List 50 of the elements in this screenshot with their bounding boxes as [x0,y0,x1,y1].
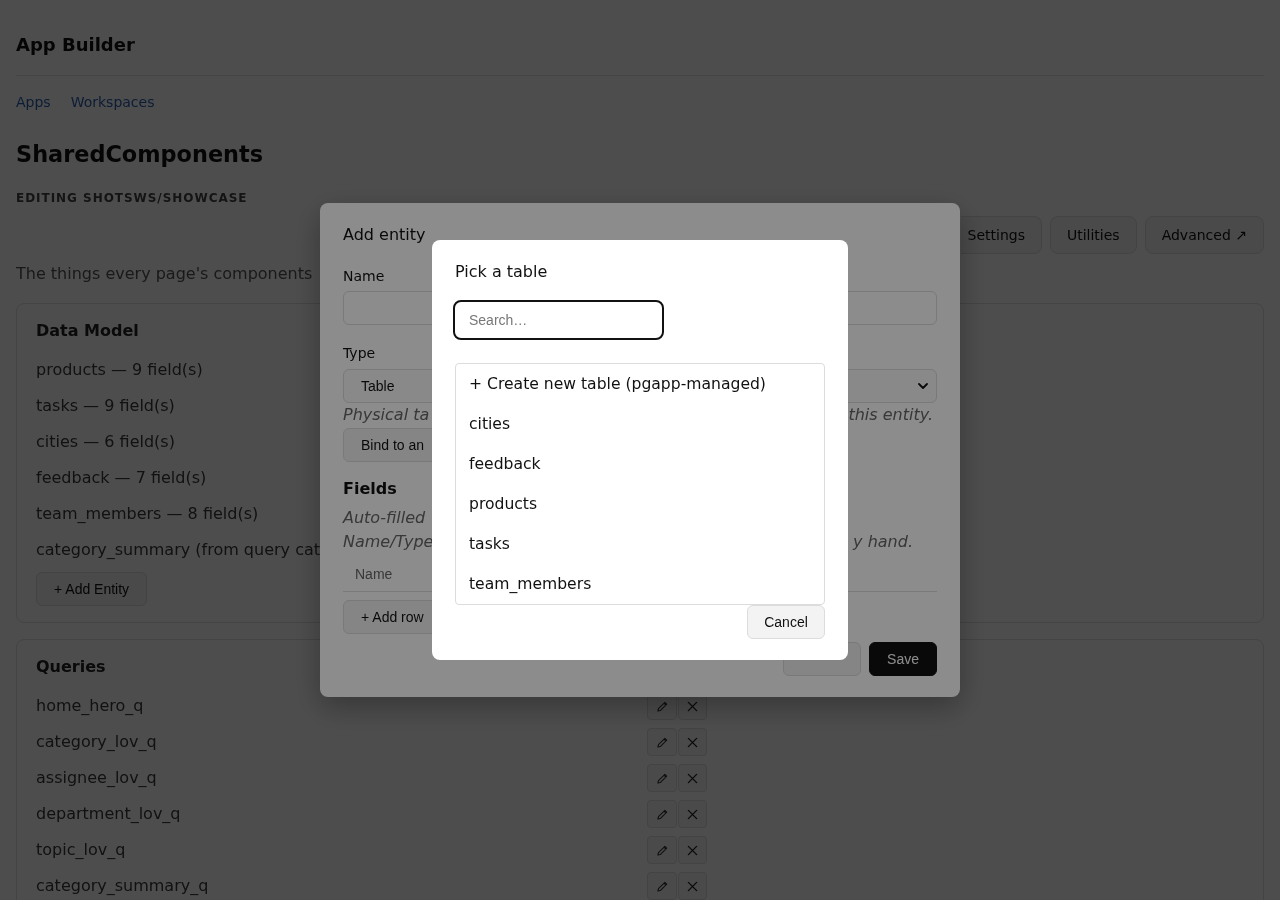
dialog-button[interactable]: Save [869,642,937,676]
table-option[interactable]: products [456,484,824,524]
query-name: category_summary_q [36,875,209,897]
hint-text: y hand. [853,531,913,553]
query-name: assignee_lov_q [36,767,157,789]
table-option[interactable]: tasks [456,524,824,564]
entity-item: feedback — 7 field(s) [36,467,207,489]
query-name: category_lov_q [36,731,157,753]
query-name: department_lov_q [36,803,181,825]
hint-text: Name/Type [343,531,434,553]
pencil-icon [656,700,668,712]
cancel-button[interactable]: Cancel [747,605,825,639]
table-option[interactable]: cities [456,404,824,444]
query-name: home_hero_q [36,695,144,717]
section-title: Queries [36,656,106,678]
field-label: Name [343,267,385,285]
entity-item: category_summary (from query cat [36,539,320,561]
dialog-title: Add entity [343,224,426,246]
entity-item: products — 9 field(s) [36,359,203,381]
cross-icon [687,772,698,784]
section-title: Fields [343,478,397,500]
page-subtitle: EDITING SHOTSWS/SHOWCASE [16,190,248,206]
hint-text: Auto-filled [343,507,426,529]
pencil-icon [656,844,668,856]
table-option[interactable]: team_members [456,564,824,604]
cross-icon [687,880,698,892]
entity-item: tasks — 9 field(s) [36,395,175,417]
column-header: Name [355,565,393,582]
pencil-icon [656,880,668,892]
hint-text: this entity. [848,405,933,425]
search-input[interactable]: Search… [453,300,664,340]
table-option[interactable]: feedback [456,444,824,484]
pencil-icon [656,808,668,820]
section-title: Data Model [36,320,139,342]
cross-icon [687,700,698,712]
dialog-title: Pick a table [455,262,548,282]
cross-icon [687,736,698,748]
entity-item: cities — 6 field(s) [36,431,175,453]
pencil-icon [656,736,668,748]
field-label: Type [343,344,376,362]
table-option[interactable]: + Create new table (pgapp-managed) [456,364,824,404]
entity-item: team_members — 8 field(s) [36,503,259,525]
cross-icon [687,844,698,856]
page-title: SharedComponents [16,140,264,168]
cross-icon [687,808,698,820]
query-name: topic_lov_q [36,839,126,861]
app-title: App Builder [16,33,135,57]
pencil-icon [656,772,668,784]
hint-text: Physical ta [343,405,430,425]
chevron-down-icon [918,383,928,389]
